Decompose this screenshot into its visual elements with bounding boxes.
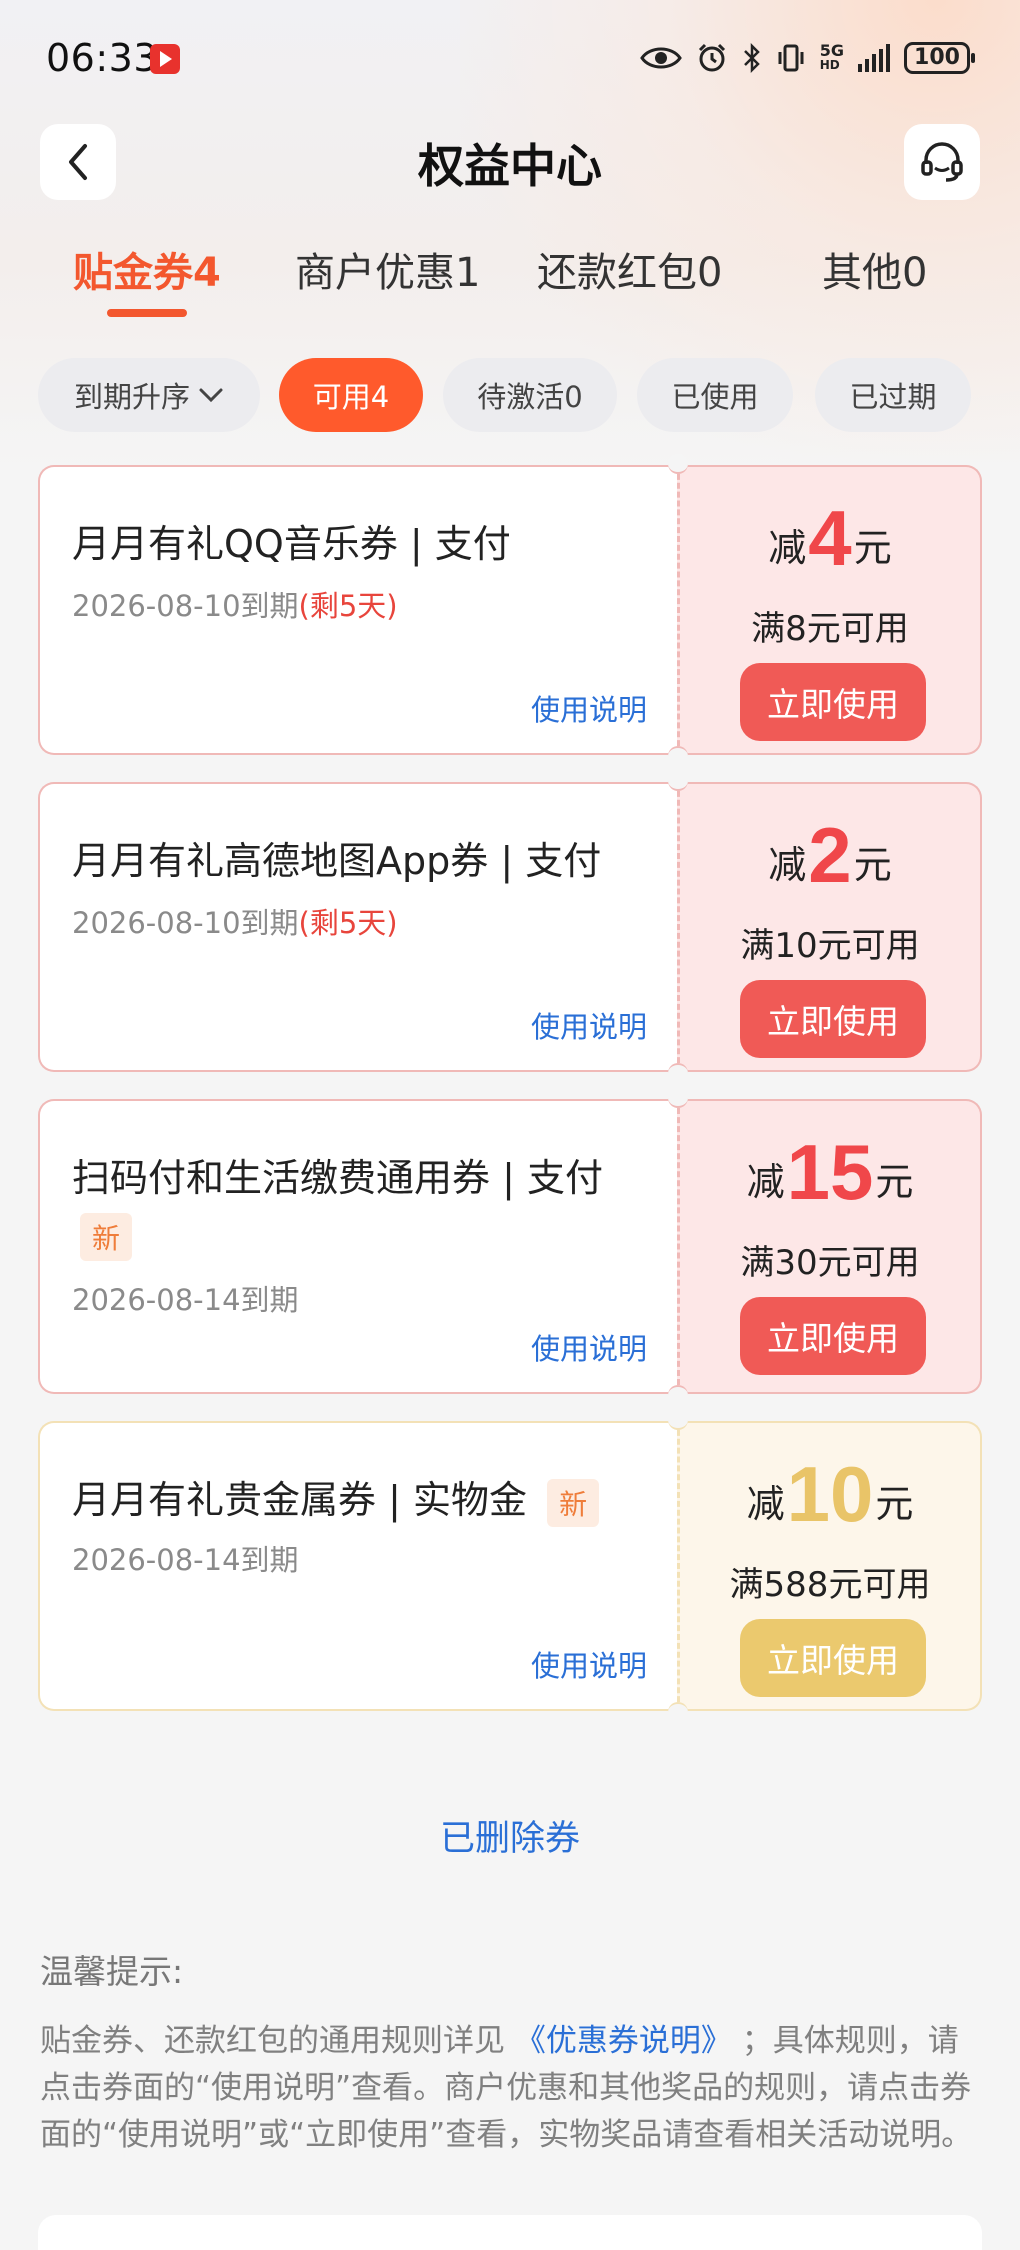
deleted-coupons-link[interactable]: 已删除券 <box>0 1810 1020 1861</box>
coupon-expiry: 2026-08-14到期 <box>72 1283 299 1317</box>
use-now-button[interactable]: 立即使用 <box>740 980 926 1058</box>
coupon-amount: 10 <box>786 1450 874 1538</box>
coupon-amount-panel: 减15元 满30元可用 立即使用 <box>677 1099 982 1394</box>
coupon-amount-panel: 减2元 满10元可用 立即使用 <box>677 782 982 1072</box>
card-notch <box>668 1385 688 1405</box>
use-now-button[interactable]: 立即使用 <box>740 1297 926 1375</box>
coupon-discount: 减10元 <box>746 1450 914 1538</box>
coupon-amount: 15 <box>786 1128 874 1216</box>
coupon-condition: 满8元可用 <box>751 609 909 649</box>
customer-service-button[interactable] <box>904 124 980 200</box>
coupon-usage-instructions-link[interactable]: 使用说明 <box>531 687 647 729</box>
sort-dropdown[interactable]: 到期升序 <box>38 358 260 432</box>
coupon-condition: 满588元可用 <box>729 1565 931 1605</box>
coupon-amount-panel: 减4元 满8元可用 立即使用 <box>677 465 982 755</box>
status-bar: 06:33 5G HD 100 <box>0 0 1020 120</box>
coupon-card: 月月有礼贵金属券 | 实物金 新 2026-08-14到期 使用说明 减10元 … <box>38 1410 982 1722</box>
card-notch <box>668 1063 688 1083</box>
card-notch <box>668 1410 688 1430</box>
coupon-card: 月月有礼高德地图App券 | 支付 2026-08-10到期(剩5天) 使用说明… <box>38 771 982 1083</box>
tab-merchant-offers[interactable]: 商户优惠1 <box>295 240 480 298</box>
card-notch <box>668 746 688 766</box>
coupon-condition: 满30元可用 <box>740 1243 920 1283</box>
coupon-card: 扫码付和生活缴费通用券 | 支付 新 2026-08-14到期 使用说明 减15… <box>38 1088 982 1405</box>
coupon-usage-instructions-link[interactable]: 使用说明 <box>531 1326 647 1368</box>
sort-dropdown-label: 到期升序 <box>73 380 190 414</box>
coupon-info: 月月有礼高德地图App券 | 支付 2026-08-10到期(剩5天) 使用说明 <box>38 782 677 1072</box>
coupon-rules-link[interactable]: 《优惠券说明》 <box>515 2023 732 2059</box>
coupon-title: 月月有礼QQ音乐券 | 支付 <box>72 522 511 566</box>
coupon-condition: 满10元可用 <box>740 926 920 966</box>
alarm-icon <box>698 43 725 72</box>
page-title: 权益中心 <box>418 139 602 193</box>
tab-subsidy-coupons[interactable]: 贴金券4 <box>73 240 221 298</box>
filter-pending-activation[interactable]: 待激活0 <box>443 358 617 432</box>
coupon-discount: 减2元 <box>768 811 892 899</box>
coupon-discount: 减4元 <box>768 494 892 582</box>
coupon-expiry: 2026-08-14到期 <box>72 1543 299 1577</box>
coupon-info: 月月有礼贵金属券 | 实物金 新 2026-08-14到期 使用说明 <box>38 1421 677 1711</box>
headset-icon <box>921 142 963 182</box>
coupon-info: 月月有礼QQ音乐券 | 支付 2026-08-10到期(剩5天) 使用说明 <box>38 465 677 755</box>
card-notch <box>668 1088 688 1108</box>
coupon-expiry: 2026-08-10到期(剩5天) <box>72 589 398 623</box>
filter-expired[interactable]: 已过期 <box>815 358 971 432</box>
coupon-usage-instructions-link[interactable]: 使用说明 <box>531 1643 647 1685</box>
coupon-title: 扫码付和生活缴费通用券 | 支付 <box>72 1156 603 1200</box>
coupon-amount: 2 <box>808 811 852 899</box>
signal-strength-icon <box>858 44 890 72</box>
use-now-button[interactable]: 立即使用 <box>740 663 926 741</box>
tab-repayment-red-packets[interactable]: 还款红包0 <box>537 240 722 298</box>
card-notch <box>668 771 688 791</box>
filter-used[interactable]: 已使用 <box>637 358 793 432</box>
new-badge: 新 <box>547 1478 600 1527</box>
coupon-days-left: (剩5天) <box>298 906 398 940</box>
new-badge: 新 <box>80 1213 133 1261</box>
tips-title: 温馨提示: <box>40 1952 184 1991</box>
coupon-amount-panel: 减10元 满588元可用 立即使用 <box>677 1421 982 1711</box>
tab-others[interactable]: 其他0 <box>822 240 927 298</box>
coupon-usage-instructions-link[interactable]: 使用说明 <box>531 1004 647 1046</box>
filter-available[interactable]: 可用4 <box>279 358 423 432</box>
coupon-card: 月月有礼QQ音乐券 | 支付 2026-08-10到期(剩5天) 使用说明 减4… <box>38 454 982 766</box>
tips-body: 贴金券、还款红包的通用规则详见 《优惠券说明》 ；具体规则，请点击券面的“使用说… <box>40 2023 973 2153</box>
bottom-section-card <box>38 2215 982 2250</box>
coupon-info: 扫码付和生活缴费通用券 | 支付 新 2026-08-14到期 使用说明 <box>38 1099 677 1394</box>
coupon-title: 月月有礼高德地图App券 | 支付 <box>72 839 602 883</box>
card-notch <box>668 1702 688 1722</box>
card-notch <box>668 454 688 474</box>
active-tab-indicator <box>107 309 187 317</box>
status-time: 06:33 <box>46 36 159 80</box>
coupon-title: 月月有礼贵金属券 | 实物金 新 <box>72 1469 600 1527</box>
status-icons: 5G HD 100 <box>639 38 975 78</box>
vibrate-icon <box>778 44 804 72</box>
eye-icon <box>639 47 682 69</box>
bluetooth-icon <box>743 42 760 74</box>
coupon-discount: 减15元 <box>746 1128 914 1216</box>
chevron-down-icon <box>199 388 223 403</box>
coupon-days-left: (剩5天) <box>298 589 398 623</box>
battery-icon: 100 <box>904 42 975 74</box>
coupon-expiry: 2026-08-10到期(剩5天) <box>72 906 398 940</box>
coupon-amount: 4 <box>808 494 852 582</box>
use-now-button[interactable]: 立即使用 <box>740 1619 926 1697</box>
video-app-notification-icon <box>150 44 180 74</box>
category-tabs: 贴金券4 商户优惠1 还款红包0 其他0 <box>0 240 1020 320</box>
network-type-label: 5G HD <box>819 41 844 73</box>
